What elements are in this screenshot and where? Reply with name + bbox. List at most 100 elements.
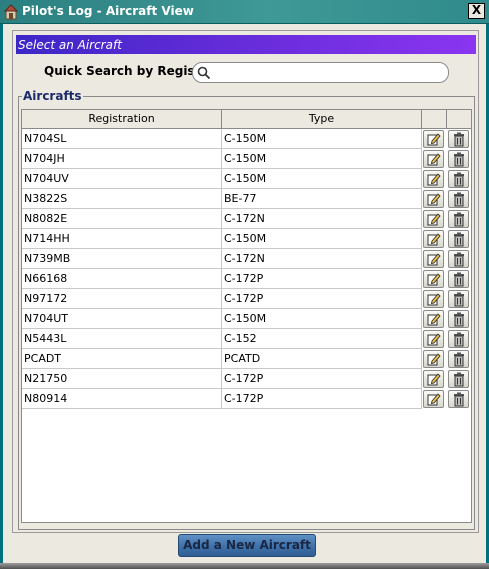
trash-icon (454, 372, 464, 387)
edit-icon (427, 253, 441, 266)
column-header-delete (447, 110, 471, 129)
table-row[interactable]: N66168 C-172P (22, 269, 471, 289)
type-cell[interactable]: C-152 (222, 329, 422, 349)
delete-aircraft-button[interactable] (448, 150, 469, 168)
aircrafts-group-legend: Aircrafts (22, 89, 83, 103)
table-row[interactable]: N739MB C-172N (22, 249, 471, 269)
registration-cell[interactable]: N714HH (22, 229, 222, 249)
type-cell[interactable]: C-172N (222, 209, 422, 229)
column-header-registration[interactable]: Registration (22, 110, 222, 129)
registration-cell[interactable]: N704SL (22, 129, 222, 149)
delete-aircraft-button[interactable] (448, 130, 469, 148)
type-cell[interactable]: C-172P (222, 369, 422, 389)
edit-icon (427, 193, 441, 206)
edit-icon (427, 173, 441, 186)
type-cell[interactable]: C-172P (222, 389, 422, 409)
table-row[interactable]: PCADT PCATD (22, 349, 471, 369)
registration-cell[interactable]: N704JH (22, 149, 222, 169)
registration-cell[interactable]: N739MB (22, 249, 222, 269)
registration-cell[interactable]: N704UT (22, 309, 222, 329)
type-cell[interactable]: BE-77 (222, 189, 422, 209)
delete-aircraft-button[interactable] (448, 270, 469, 288)
table-row[interactable]: N704UV C-150M (22, 169, 471, 189)
type-cell[interactable]: C-150M (222, 229, 422, 249)
delete-aircraft-button[interactable] (448, 330, 469, 348)
search-field[interactable] (192, 62, 449, 83)
registration-cell[interactable]: N5443L (22, 329, 222, 349)
delete-aircraft-button[interactable] (448, 390, 469, 408)
search-input[interactable] (215, 65, 443, 80)
delete-aircraft-button[interactable] (448, 350, 469, 368)
delete-aircraft-button[interactable] (448, 250, 469, 268)
delete-aircraft-button[interactable] (448, 370, 469, 388)
edit-aircraft-button[interactable] (423, 290, 444, 308)
edit-icon (427, 353, 441, 366)
delete-aircraft-button[interactable] (448, 210, 469, 228)
search-icon (197, 66, 211, 80)
add-aircraft-button-label: Add a New Aircraft (183, 538, 311, 552)
window-title: Pilot's Log - Aircraft View (22, 4, 194, 18)
trash-icon (454, 352, 464, 367)
registration-cell[interactable]: N704UV (22, 169, 222, 189)
edit-aircraft-button[interactable] (423, 150, 444, 168)
trash-icon (454, 192, 464, 207)
edit-aircraft-button[interactable] (423, 130, 444, 148)
edit-aircraft-button[interactable] (423, 370, 444, 388)
edit-icon (427, 213, 441, 226)
table-row[interactable]: N714HH C-150M (22, 229, 471, 249)
table-row[interactable]: N5443L C-152 (22, 329, 471, 349)
edit-icon (427, 393, 441, 406)
table-row[interactable]: N704JH C-150M (22, 149, 471, 169)
delete-aircraft-button[interactable] (448, 310, 469, 328)
registration-cell[interactable]: N80914 (22, 389, 222, 409)
trash-icon (454, 172, 464, 187)
registration-cell[interactable]: N3822S (22, 189, 222, 209)
delete-aircraft-button[interactable] (448, 170, 469, 188)
taskbar-strip (0, 563, 489, 569)
edit-icon (427, 313, 441, 326)
add-aircraft-button[interactable]: Add a New Aircraft (178, 534, 316, 557)
aircraft-table: Registration Type N704SL C-150M N704JH C-15… (21, 109, 472, 523)
delete-aircraft-button[interactable] (448, 230, 469, 248)
edit-aircraft-button[interactable] (423, 170, 444, 188)
title-bar[interactable]: Pilot's Log - Aircraft View X (0, 0, 489, 24)
delete-aircraft-button[interactable] (448, 190, 469, 208)
registration-cell[interactable]: N66168 (22, 269, 222, 289)
close-button[interactable]: X (468, 3, 485, 19)
edit-aircraft-button[interactable] (423, 230, 444, 248)
edit-aircraft-button[interactable] (423, 310, 444, 328)
trash-icon (454, 252, 464, 267)
registration-cell[interactable]: N8082E (22, 209, 222, 229)
table-row[interactable]: N97172 C-172P (22, 289, 471, 309)
table-row[interactable]: N8082E C-172N (22, 209, 471, 229)
type-cell[interactable]: C-172N (222, 249, 422, 269)
edit-aircraft-button[interactable] (423, 350, 444, 368)
edit-aircraft-button[interactable] (423, 390, 444, 408)
table-row[interactable]: N3822S BE-77 (22, 189, 471, 209)
trash-icon (454, 312, 464, 327)
search-label: Quick Search by Registry (44, 64, 215, 78)
type-cell[interactable]: C-150M (222, 149, 422, 169)
column-header-type[interactable]: Type (222, 110, 422, 129)
table-row[interactable]: N704UT C-150M (22, 309, 471, 329)
table-row[interactable]: N704SL C-150M (22, 129, 471, 149)
registration-cell[interactable]: PCADT (22, 349, 222, 369)
registration-cell[interactable]: N21750 (22, 369, 222, 389)
table-header: Registration Type (22, 110, 471, 129)
table-row[interactable]: N21750 C-172P (22, 369, 471, 389)
type-cell[interactable]: PCATD (222, 349, 422, 369)
edit-aircraft-button[interactable] (423, 210, 444, 228)
edit-aircraft-button[interactable] (423, 330, 444, 348)
registration-cell[interactable]: N97172 (22, 289, 222, 309)
edit-icon (427, 133, 441, 146)
edit-aircraft-button[interactable] (423, 250, 444, 268)
type-cell[interactable]: C-150M (222, 169, 422, 189)
type-cell[interactable]: C-172P (222, 289, 422, 309)
type-cell[interactable]: C-172P (222, 269, 422, 289)
edit-aircraft-button[interactable] (423, 270, 444, 288)
edit-aircraft-button[interactable] (423, 190, 444, 208)
type-cell[interactable]: C-150M (222, 309, 422, 329)
table-row[interactable]: N80914 C-172P (22, 389, 471, 409)
type-cell[interactable]: C-150M (222, 129, 422, 149)
delete-aircraft-button[interactable] (448, 290, 469, 308)
